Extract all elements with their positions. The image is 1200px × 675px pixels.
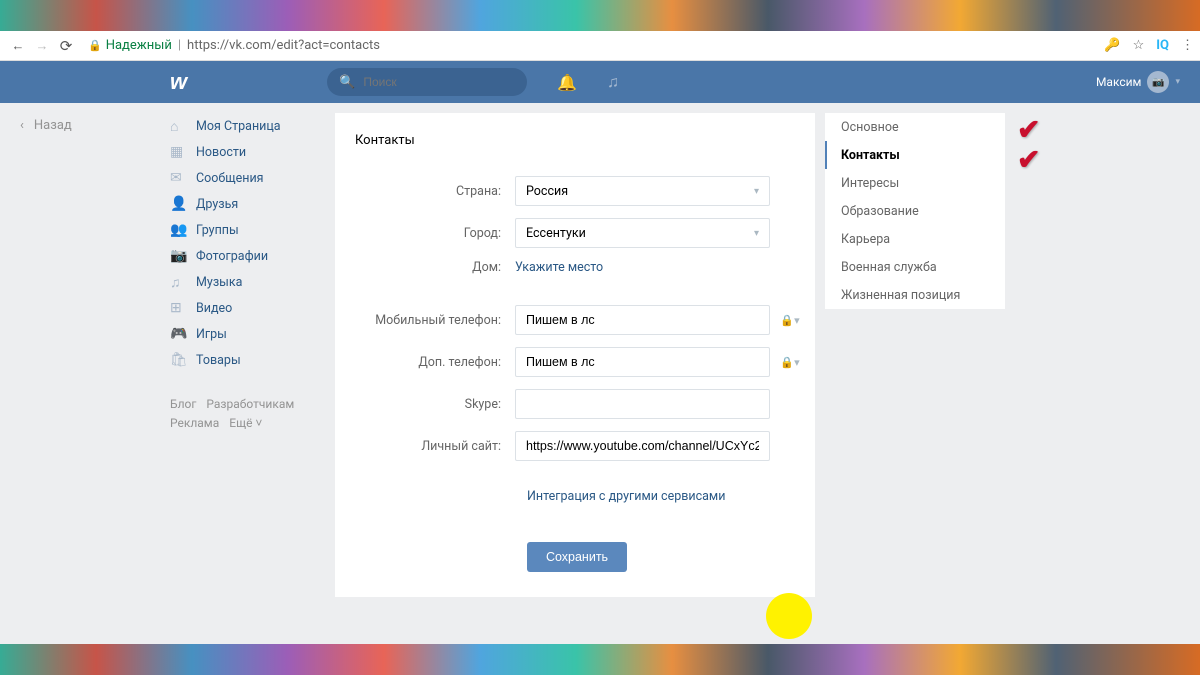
footer-blog[interactable]: Блог [170,397,196,411]
integration-link[interactable]: Интеграция с другими сервисами [527,489,725,504]
reload-button[interactable]: ⟳ [54,34,78,58]
country-select[interactable]: Россия▾ [515,176,770,206]
vk-header: ᴡ 🔍 🔔 ♫ Максим 📷 ▾ [0,61,1200,103]
privacy-icon[interactable]: 🔒▾ [776,356,804,369]
site-label: Личный сайт: [335,439,515,454]
tab-contacts[interactable]: Контакты [825,141,1005,169]
market-icon: 🛍 [170,352,196,368]
browser-chrome: ← → ⟳ 🔒 Надежный | https://vk.com/edit?a… [0,31,1200,61]
house-label: Дом: [335,260,515,275]
tab-main[interactable]: Основное [825,113,1005,141]
notifications-icon[interactable]: 🔔 [557,73,577,92]
groups-icon: 👥 [170,222,196,238]
chevron-down-icon: ▾ [754,186,759,197]
footer-dev[interactable]: Разработчикам [206,397,294,411]
menu-music[interactable]: ♫Музыка [170,269,330,295]
secure-label: Надежный [106,38,172,53]
address-bar[interactable]: 🔒 Надежный | https://vk.com/edit?act=con… [88,38,1104,53]
footer-more[interactable]: Ещё ˅ [229,416,262,430]
back-chevron-icon: ‹ [20,118,24,133]
key-icon[interactable]: 🔑 [1104,38,1120,53]
messages-icon: ✉ [170,170,196,186]
tab-career[interactable]: Карьера [825,225,1005,253]
house-link[interactable]: Укажите место [515,260,603,275]
tab-interests[interactable]: Интересы [825,169,1005,197]
footer-links: Блог Разработчикам Реклама Ещё ˅ [170,395,330,433]
nav-back-button[interactable]: ← [6,34,30,58]
mobile-input[interactable] [515,305,770,335]
menu-friends[interactable]: 👤Друзья [170,191,330,217]
annotation-check-icon: ✔ [1017,143,1040,176]
home-icon: ⌂ [170,118,196,135]
menu-photos[interactable]: 📷Фотографии [170,243,330,269]
page-title: Контакты [355,133,815,148]
nav-forward-button[interactable]: → [30,34,54,58]
vk-logo[interactable]: ᴡ [170,69,187,95]
news-icon: ▦ [170,144,196,160]
save-button[interactable]: Сохранить [527,542,627,572]
menu-games[interactable]: 🎮Игры [170,321,330,347]
city-select[interactable]: Ессентуки▾ [515,218,770,248]
avatar: 📷 [1147,71,1169,93]
lock-icon: 🔒 [88,39,102,52]
mobile-label: Мобильный телефон: [335,313,515,328]
extension-iq-icon[interactable]: IQ [1156,38,1169,53]
search-box[interactable]: 🔍 [327,68,527,96]
friends-icon: 👤 [170,196,196,212]
chrome-menu-icon[interactable]: ⋮ [1181,38,1194,53]
back-link[interactable]: ‹ Назад [20,118,72,133]
music-left-icon: ♫ [170,274,196,291]
decorative-bg-bottom [0,644,1200,675]
city-label: Город: [335,226,515,241]
menu-groups[interactable]: 👥Группы [170,217,330,243]
cursor-highlight [766,593,812,639]
left-menu: ⌂Моя Страница ▦Новости ✉Сообщения 👤Друзь… [170,113,330,433]
decorative-bg-top [0,0,1200,31]
music-icon[interactable]: ♫ [607,72,619,92]
skype-input[interactable] [515,389,770,419]
tab-education[interactable]: Образование [825,197,1005,225]
search-icon: 🔍 [339,75,355,90]
search-input[interactable] [363,75,518,89]
games-icon: 🎮 [170,326,196,342]
user-menu[interactable]: Максим 📷 ▾ [1096,71,1180,93]
menu-news[interactable]: ▦Новости [170,139,330,165]
alt-phone-input[interactable] [515,347,770,377]
photos-icon: 📷 [170,248,196,264]
footer-ads[interactable]: Реклама [170,416,219,430]
form-panel: Контакты Страна: Россия▾ Город: Ессентук… [335,113,815,597]
annotation-check-icon: ✔ [1017,113,1040,146]
bookmark-star-icon[interactable]: ☆ [1133,38,1145,53]
tab-position[interactable]: Жизненная позиция [825,281,1005,309]
alt-phone-label: Доп. телефон: [335,355,515,370]
privacy-icon[interactable]: 🔒▾ [776,314,804,327]
chevron-down-icon: ▾ [754,228,759,239]
country-label: Страна: [335,184,515,199]
menu-video[interactable]: ⊞Видео [170,295,330,321]
settings-tabs: Основное Контакты Интересы Образование К… [825,113,1005,309]
chevron-down-icon: ▾ [1175,77,1180,87]
user-name: Максим [1096,75,1142,89]
menu-my-page[interactable]: ⌂Моя Страница [170,113,330,139]
video-icon: ⊞ [170,300,196,316]
menu-messages[interactable]: ✉Сообщения [170,165,330,191]
url-text: https://vk.com/edit?act=contacts [187,38,380,53]
skype-label: Skype: [335,397,515,412]
tab-military[interactable]: Военная служба [825,253,1005,281]
site-input[interactable] [515,431,770,461]
menu-market[interactable]: 🛍Товары [170,347,330,373]
